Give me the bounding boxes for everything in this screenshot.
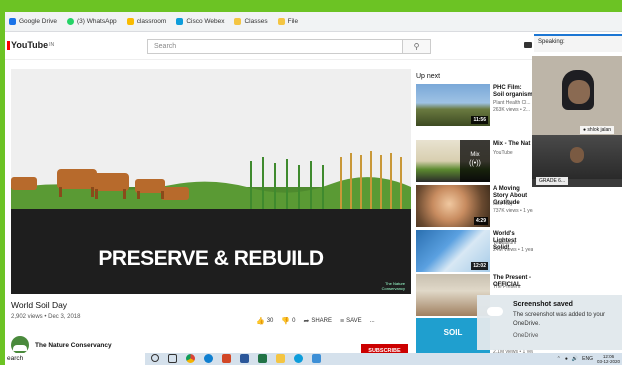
bookmark-classes[interactable]: Classes xyxy=(234,18,268,25)
suggestion-item[interactable]: Mix ((•)) Mix - The Nat YouTube xyxy=(416,140,532,185)
suggestion-meta: 263K views • 2... xyxy=(493,107,531,113)
chrome-icon[interactable] xyxy=(186,354,195,363)
language-indicator[interactable]: ENG xyxy=(582,356,593,362)
share-button[interactable]: ➦ SHARE xyxy=(303,317,332,325)
search-button[interactable]: ⚲ xyxy=(403,39,431,54)
dislike-button[interactable]: 👎 0 xyxy=(281,317,295,325)
create-video-icon[interactable] xyxy=(524,42,532,48)
notification-source: OneDrive xyxy=(513,333,539,339)
participant-face xyxy=(570,147,584,163)
more-options-button[interactable]: ... xyxy=(370,318,375,324)
task-view-icon[interactable] xyxy=(168,354,177,363)
word-icon[interactable] xyxy=(240,354,249,363)
suggestion-meta: 24M views • 1 year ago xyxy=(493,247,533,253)
suggestion-thumbnail: 4:29 xyxy=(416,185,490,227)
desktop-screen: Google Drive (3) WhatsApp classroom Cisc… xyxy=(5,12,622,365)
webex-speaking-bar: Speaking: xyxy=(534,34,622,52)
suggestion-thumbnail: 11:56 xyxy=(416,84,490,126)
notification-body: The screenshot was added to your OneDriv… xyxy=(513,312,606,327)
suggestion-thumbnail: 12:02 xyxy=(416,230,490,272)
like-button[interactable]: 👍 30 xyxy=(256,317,273,325)
video-actions: 👍 30 👎 0 ➦ SHARE ≡ SAVE ... xyxy=(256,317,375,326)
screenshot-notification[interactable]: Screenshot saved The screenshot was adde… xyxy=(477,295,622,350)
suggestion-item[interactable]: 11:56 PHC Film: Soil organism Plant Heal… xyxy=(416,84,533,129)
file-explorer-icon[interactable] xyxy=(276,354,285,363)
suggestion-title: Mix - The Nat xyxy=(493,141,531,147)
classroom-icon xyxy=(126,18,134,25)
youtube-logo-icon xyxy=(7,40,10,50)
volume-icon[interactable]: 🔊 xyxy=(572,356,578,362)
suggestion-channel: The Present xyxy=(493,284,521,290)
channel-name[interactable]: The Nature Conservancy xyxy=(35,342,112,349)
up-next-heading: Up next xyxy=(416,73,441,80)
notification-title: Screenshot saved xyxy=(513,301,573,308)
webex-video-tile-1[interactable]: ● shlok jalan xyxy=(532,56,622,136)
webex-taskbar-icon[interactable] xyxy=(294,354,303,363)
excel-icon[interactable] xyxy=(258,354,267,363)
suggestion-channel: Plant Health Cl... xyxy=(493,100,531,106)
channel-row: The Nature Conservancy xyxy=(11,336,112,354)
folder-icon xyxy=(234,18,242,25)
playlist-add-icon: ≡ xyxy=(340,317,345,325)
radio-icon: ((•)) xyxy=(469,160,481,167)
video-player[interactable]: PRESERVE & REBUILD The Nature Conservanc… xyxy=(11,69,411,294)
suggestion-thumbnail: Mix ((•)) xyxy=(416,140,490,182)
save-button[interactable]: ≡ SAVE xyxy=(340,318,362,325)
video-title: World Soil Day xyxy=(11,300,68,310)
video-channel-watermark: The Nature Conservancy xyxy=(381,281,405,291)
youtube-logo[interactable]: YouTube IN xyxy=(7,40,54,50)
suggestion-channel: YouTube xyxy=(493,150,513,156)
drive-icon xyxy=(9,18,16,25)
chevron-up-icon[interactable]: ⌃ xyxy=(557,356,561,362)
taskbar-apps xyxy=(151,354,321,363)
search-icon: ⚲ xyxy=(413,42,420,51)
thumbs-up-icon: 👍 xyxy=(256,318,265,325)
suggestion-meta: 737K views • 1 year ago xyxy=(493,208,533,214)
thumbs-down-icon: 👎 xyxy=(281,318,291,325)
network-icon[interactable]: ● xyxy=(565,356,568,362)
video-overlay-title: PRESERVE & REBUILD xyxy=(98,247,324,270)
taskbar-search-box[interactable]: earch xyxy=(5,353,145,365)
edge-icon[interactable] xyxy=(204,354,213,363)
suggestion-item[interactable]: 12:02 World's Lightest Solid! Veritasium… xyxy=(416,230,533,275)
suggestion-title: PHC Film: Soil organism xyxy=(493,85,533,98)
suggestion-item[interactable]: 4:29 A Moving Story About Gratitude Meir… xyxy=(416,185,533,230)
bookmark-google-drive[interactable]: Google Drive xyxy=(9,18,57,25)
powerpoint-icon[interactable] xyxy=(222,354,231,363)
webex-icon xyxy=(176,18,184,25)
duration-badge: 12:02 xyxy=(471,262,488,270)
folder-icon xyxy=(277,18,285,25)
bookmark-cisco-webex[interactable]: Cisco Webex xyxy=(176,18,224,25)
system-tray: ⌃ ● 🔊 ENG 12:06 03-12-2020 xyxy=(557,353,620,365)
participant-name-tag: GRADE 6... xyxy=(536,177,569,185)
suggestion-channel: Veritasium xyxy=(493,240,517,246)
bookmarks-bar: Google Drive (3) WhatsApp classroom Cisc… xyxy=(5,12,622,32)
clock[interactable]: 12:06 03-12-2020 xyxy=(597,354,620,364)
bookmark-whatsapp[interactable]: (3) WhatsApp xyxy=(66,18,117,25)
bookmark-file[interactable]: File xyxy=(277,18,298,25)
bookmark-classroom[interactable]: classroom xyxy=(126,18,166,25)
duration-badge: 11:56 xyxy=(471,116,488,124)
share-icon: ➦ xyxy=(303,318,310,325)
suggestion-channel: Meir Kay xyxy=(493,201,513,207)
mix-overlay: Mix ((•)) xyxy=(460,140,490,182)
duration-badge: 4:29 xyxy=(473,217,488,225)
webex-video-tile-2[interactable]: GRADE 6... xyxy=(532,135,622,187)
participant-face xyxy=(568,80,590,104)
whatsapp-icon xyxy=(66,18,74,25)
search-taskbar-icon[interactable] xyxy=(151,354,159,362)
store-icon[interactable] xyxy=(312,354,321,363)
participant-name-tag: ● shlok jalan xyxy=(580,126,615,134)
microphone-icon: ● xyxy=(583,127,587,133)
video-meta: 2,902 views • Dec 3, 2018 xyxy=(11,314,81,320)
windows-taskbar: earch ⌃ ● 🔊 ENG 12:06 03-12-2020 xyxy=(5,353,622,365)
channel-avatar[interactable] xyxy=(11,336,29,354)
onedrive-cloud-icon xyxy=(487,307,503,316)
search-input[interactable]: Search xyxy=(147,39,403,54)
youtube-header: YouTube IN Search ⚲ xyxy=(5,32,622,60)
